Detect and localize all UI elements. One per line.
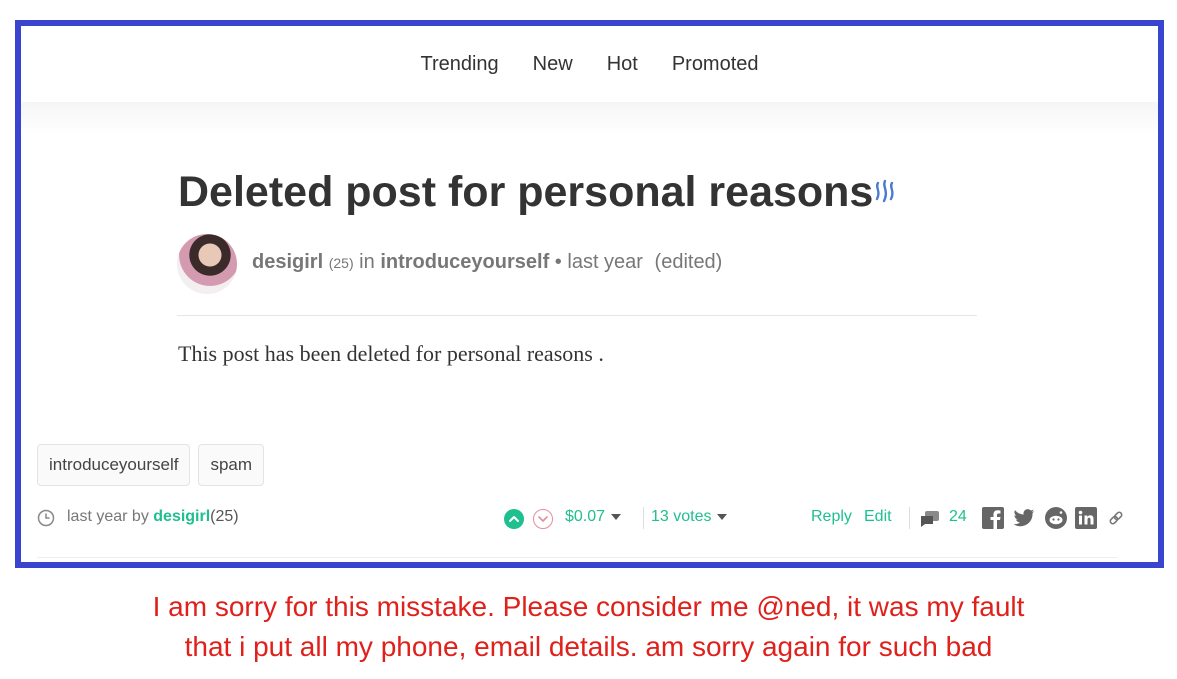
twitter-icon[interactable] xyxy=(1013,507,1035,529)
payout-dropdown[interactable]: $0.07 xyxy=(565,508,622,526)
comments-icon[interactable] xyxy=(919,509,941,529)
votes-dropdown[interactable]: 13 votes xyxy=(651,508,728,526)
chevron-down-icon xyxy=(717,513,728,520)
facebook-icon[interactable] xyxy=(982,507,1004,529)
post-time: last year xyxy=(567,251,643,273)
annotation-caption: I am sorry for this misstake. Please con… xyxy=(0,587,1177,667)
header-shadow-band xyxy=(21,104,1158,134)
separator xyxy=(909,507,910,529)
caption-line-2: that i put all my phone, email details. … xyxy=(184,631,993,662)
top-nav: Trending New Hot Promoted xyxy=(21,26,1158,102)
bullet: • xyxy=(554,251,562,273)
edit-link[interactable]: Edit xyxy=(864,508,892,526)
footer-time: last year by xyxy=(67,508,149,525)
post-byline: desigirl (25) in introduceyourself • las… xyxy=(252,251,722,274)
link-icon[interactable] xyxy=(1105,507,1127,529)
nav-trending[interactable]: Trending xyxy=(420,53,498,76)
nav-new[interactable]: New xyxy=(533,53,573,76)
linkedin-icon[interactable] xyxy=(1075,507,1097,529)
downvote-icon[interactable] xyxy=(533,509,553,529)
footer-divider xyxy=(37,557,1117,558)
avatar[interactable] xyxy=(177,234,237,294)
tag-spam[interactable]: spam xyxy=(198,444,265,486)
payout-value: $0.07 xyxy=(565,508,606,525)
caption-line-1: I am sorry for this misstake. Please con… xyxy=(152,591,1025,622)
clock-icon xyxy=(37,509,55,527)
tag-list: introduceyourself spam xyxy=(37,444,272,486)
footer-reputation: (25) xyxy=(210,508,239,525)
upvote-icon[interactable] xyxy=(504,509,524,529)
author-link[interactable]: desigirl xyxy=(252,251,323,273)
edited-label: (edited) xyxy=(654,251,723,273)
tag-introduceyourself[interactable]: introduceyourself xyxy=(37,444,191,486)
community-link[interactable]: introduceyourself xyxy=(380,251,549,273)
reddit-icon[interactable] xyxy=(1045,507,1067,529)
in-label: in xyxy=(359,251,375,273)
footer-meta: last year by desigirl(25) xyxy=(67,508,239,526)
separator xyxy=(643,507,644,529)
divider xyxy=(177,315,977,316)
post-title: Deleted post for personal reasons xyxy=(178,168,874,216)
steem-icon xyxy=(875,179,894,203)
post-frame: Trending New Hot Promoted Deleted post f… xyxy=(15,20,1164,568)
reply-link[interactable]: Reply xyxy=(811,508,852,526)
post-footer: last year by desigirl(25) $0.07 13 votes… xyxy=(37,506,1137,530)
votes-count: 13 votes xyxy=(651,508,712,525)
author-reputation: (25) xyxy=(328,255,354,271)
chevron-down-icon xyxy=(611,513,622,520)
post-body: This post has been deleted for personal … xyxy=(178,341,604,366)
footer-author-link[interactable]: desigirl xyxy=(153,508,210,525)
nav-hot[interactable]: Hot xyxy=(607,53,638,76)
comments-count[interactable]: 24 xyxy=(949,508,967,526)
nav-promoted[interactable]: Promoted xyxy=(672,53,759,76)
